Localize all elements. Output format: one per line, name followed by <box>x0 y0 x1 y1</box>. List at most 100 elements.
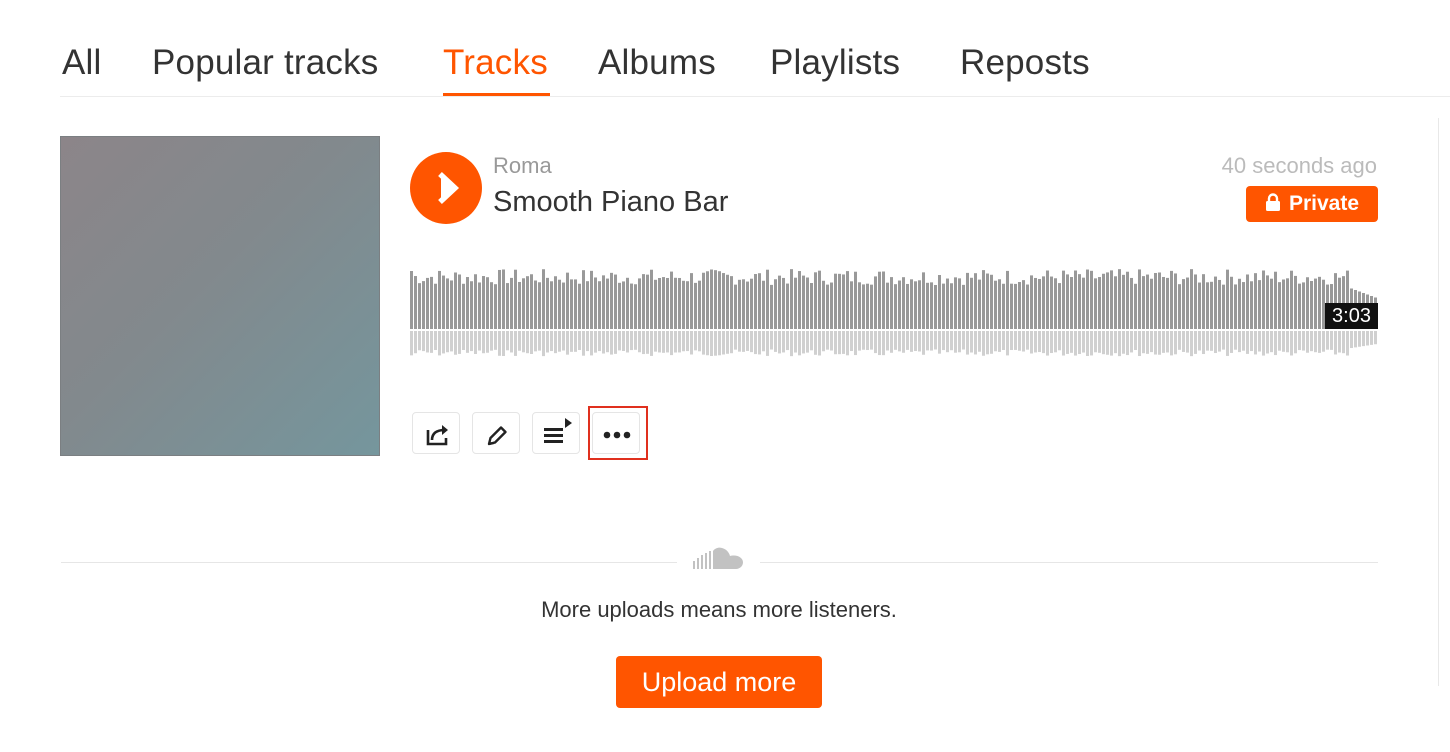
waveform-reflection-bar <box>986 331 989 355</box>
waveform-reflection-bar <box>1162 331 1165 353</box>
waveform-reflection-bar <box>906 331 909 350</box>
soundcloud-logo-icon <box>693 547 743 569</box>
waveform-reflection-bar <box>1318 331 1321 353</box>
waveform-bar <box>898 280 901 329</box>
waveform-reflection-bar <box>982 331 985 356</box>
waveform-bar <box>1182 279 1185 329</box>
waveform-reflection-bar <box>722 331 725 355</box>
waveform-bar <box>730 276 733 329</box>
edit-button[interactable] <box>472 412 520 454</box>
waveform-bar <box>862 284 865 329</box>
track-waveform[interactable] <box>410 262 1378 358</box>
waveform-bar <box>478 282 481 329</box>
profile-tabs: All Popular tracks Tracks Albums Playlis… <box>60 0 1450 97</box>
waveform-bar <box>894 284 897 329</box>
waveform-reflection-bar <box>514 331 517 356</box>
tab-playlists[interactable]: Playlists <box>770 40 900 86</box>
waveform-bar <box>562 282 565 329</box>
waveform-bar <box>858 282 861 329</box>
play-button[interactable] <box>410 152 482 224</box>
content-divider <box>1438 118 1439 686</box>
waveform-reflection-bar <box>1238 331 1241 353</box>
waveform-bar <box>1318 276 1321 329</box>
waveform-reflection-bar <box>1010 331 1013 351</box>
waveform-reflection-bar <box>478 331 481 351</box>
track-title[interactable]: Smooth Piano Bar <box>493 184 728 220</box>
waveform-reflection-bar <box>446 331 449 353</box>
waveform-reflection-bar <box>486 331 489 353</box>
waveform-reflection-bar <box>1110 331 1113 356</box>
waveform-bar <box>762 280 765 329</box>
share-button[interactable] <box>412 412 460 454</box>
waveform-bar <box>526 276 529 329</box>
waveform-reflection-bar <box>1174 331 1177 355</box>
waveform-reflection-bar <box>650 331 653 356</box>
waveform-bar <box>842 274 845 329</box>
waveform-bar <box>718 271 721 329</box>
waveform-reflection-bar <box>870 331 873 350</box>
waveform-reflection-bar <box>502 331 505 356</box>
waveform-bar <box>418 283 421 329</box>
more-button[interactable] <box>592 412 640 454</box>
waveform-bar <box>694 282 697 329</box>
waveform-bar <box>1082 277 1085 329</box>
waveform-reflection-bar <box>610 331 613 355</box>
waveform-reflection-bar <box>914 331 917 352</box>
waveform-reflection-bar <box>414 331 417 354</box>
tab-albums[interactable]: Albums <box>598 40 716 86</box>
waveform-reflection-bar <box>858 331 861 351</box>
waveform-bar <box>1030 275 1033 329</box>
waveform-bar <box>606 278 609 329</box>
waveform-bar <box>806 277 809 329</box>
waveform-bar <box>470 281 473 329</box>
waveform-bar <box>1186 277 1189 329</box>
waveform-reflection-bar <box>1166 331 1169 353</box>
track-artist[interactable]: Roma <box>493 152 552 180</box>
waveform-bar <box>790 269 793 329</box>
waveform-reflection-bar <box>1330 331 1333 350</box>
tab-tracks[interactable]: Tracks <box>443 40 548 86</box>
waveform-reflection-bar <box>1194 331 1197 354</box>
more-uploads-message: More uploads means more listeners. <box>541 597 897 622</box>
waveform-reflection-bar <box>566 331 569 355</box>
waveform-bar <box>1122 274 1125 329</box>
waveform-reflection-bar <box>1294 331 1297 354</box>
waveform-reflection-bar <box>422 331 425 352</box>
waveform-reflection-bar <box>942 331 945 351</box>
waveform-reflection-bar <box>430 331 433 353</box>
waveform-bar <box>1074 270 1077 329</box>
waveform-reflection-bar <box>730 331 733 354</box>
waveform-reflection-bar <box>618 331 621 351</box>
waveform-bar <box>482 276 485 329</box>
tab-reposts[interactable]: Reposts <box>960 40 1090 86</box>
waveform-bar <box>742 279 745 329</box>
waveform-bar <box>590 270 593 329</box>
tab-all[interactable]: All <box>62 40 102 86</box>
track-duration: 3:03 <box>1325 303 1378 329</box>
waveform-reflection-bar <box>426 331 429 353</box>
waveform-bar <box>962 284 965 329</box>
waveform-bar <box>474 274 477 329</box>
waveform-reflection-bar <box>882 331 885 356</box>
waveform-bar <box>658 277 661 329</box>
tab-popular-tracks[interactable]: Popular tracks <box>152 40 379 86</box>
waveform-reflection-bar <box>854 331 857 356</box>
add-to-next-up-button[interactable] <box>532 412 580 454</box>
waveform-bar <box>634 284 637 329</box>
upload-more-button[interactable]: Upload more <box>616 656 822 708</box>
waveform-reflection-bar <box>658 331 661 353</box>
waveform-reflection-bar <box>710 331 713 356</box>
waveform-bar <box>974 273 977 329</box>
waveform-reflection-bar <box>454 331 457 355</box>
waveform-bar <box>462 283 465 329</box>
waveform-bar <box>1310 280 1313 329</box>
waveform-bar <box>1166 277 1169 329</box>
waveform-bar <box>614 274 617 329</box>
waveform-reflection-bar <box>1338 331 1341 353</box>
waveform-bar <box>1046 270 1049 329</box>
waveform-reflection-bar <box>1022 331 1025 352</box>
waveform-reflection-bar <box>990 331 993 354</box>
waveform-bar <box>1150 278 1153 329</box>
waveform-reflection-bar <box>782 331 785 353</box>
track-artwork[interactable] <box>60 136 380 456</box>
